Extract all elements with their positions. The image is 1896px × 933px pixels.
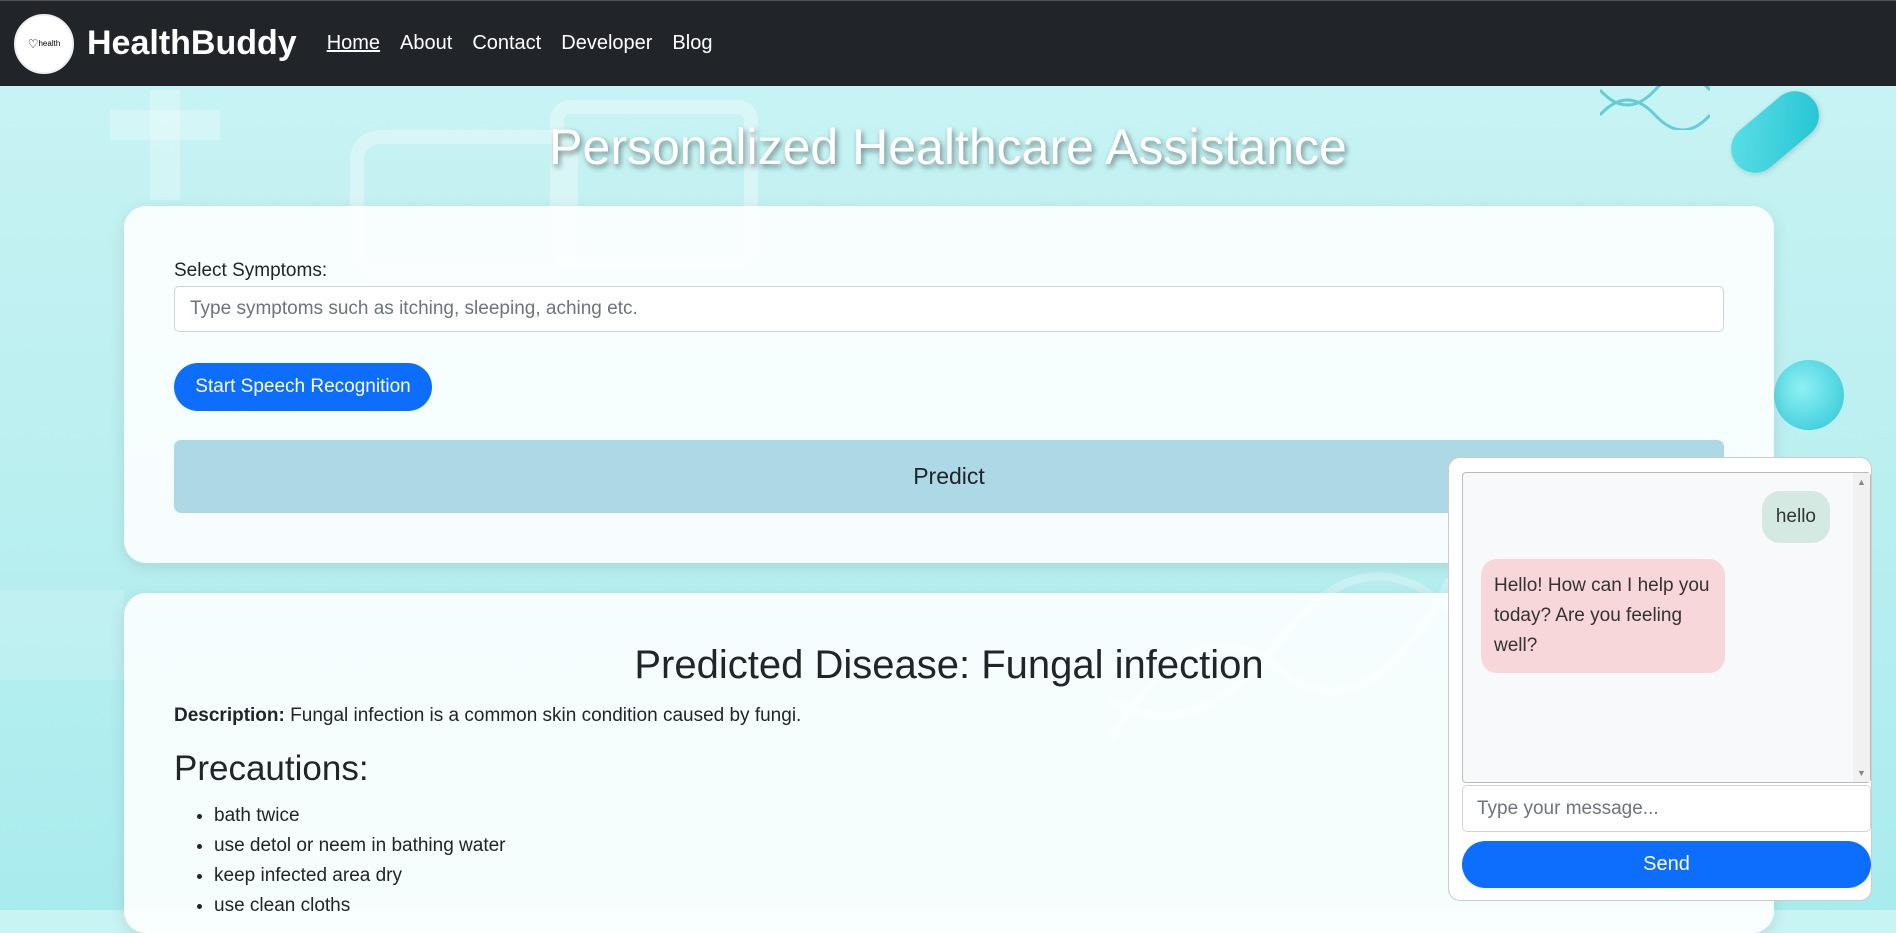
nav-link-developer[interactable]: Developer: [561, 32, 652, 55]
description-label: Description:: [174, 705, 285, 726]
page-title: Personalized Healthcare Assistance: [549, 119, 1347, 175]
scroll-up-icon[interactable]: ▲: [1857, 477, 1866, 487]
list-item: use detol or neem in bathing water: [214, 831, 506, 861]
send-button[interactable]: Send: [1462, 841, 1871, 888]
list-item: use clean cloths: [214, 891, 506, 921]
nav-link-blog[interactable]: Blog: [672, 32, 712, 55]
tablet-icon: [1774, 360, 1844, 430]
symptoms-label: Select Symptoms:: [174, 260, 328, 281]
precautions-list: bath twice use detol or neem in bathing …: [174, 801, 506, 921]
nav-link-home[interactable]: Home: [327, 32, 380, 55]
speech-recognition-button[interactable]: Start Speech Recognition: [174, 363, 432, 411]
list-item: bath twice: [214, 801, 506, 831]
list-item: keep infected area dry: [214, 861, 506, 891]
nav-link-contact[interactable]: Contact: [472, 32, 541, 55]
scroll-down-icon[interactable]: ▼: [1857, 768, 1866, 778]
disease-description: Description: Fungal infection is a commo…: [174, 705, 801, 727]
precautions-title: Precautions:: [174, 749, 369, 788]
bot-message: Hello! How can I help you today? Are you…: [1481, 559, 1725, 673]
brand-name[interactable]: HealthBuddy: [87, 24, 297, 63]
navbar: ♡ health HealthBuddy Home About Contact …: [0, 0, 1896, 86]
user-message: hello: [1761, 491, 1830, 543]
symptoms-input[interactable]: [174, 286, 1724, 332]
nav-link-about[interactable]: About: [400, 32, 452, 55]
description-text: Fungal infection is a common skin condit…: [290, 705, 802, 726]
logo-text: health: [38, 39, 61, 48]
logo[interactable]: ♡ health: [14, 13, 74, 74]
chat-message-input[interactable]: [1462, 785, 1871, 832]
chat-scrollbar[interactable]: ▲ ▼: [1853, 473, 1870, 782]
heart-icon: ♡: [27, 36, 39, 51]
chat-widget: hello Hello! How can I help you today? A…: [1448, 457, 1872, 901]
chat-log[interactable]: hello Hello! How can I help you today? A…: [1462, 472, 1871, 783]
